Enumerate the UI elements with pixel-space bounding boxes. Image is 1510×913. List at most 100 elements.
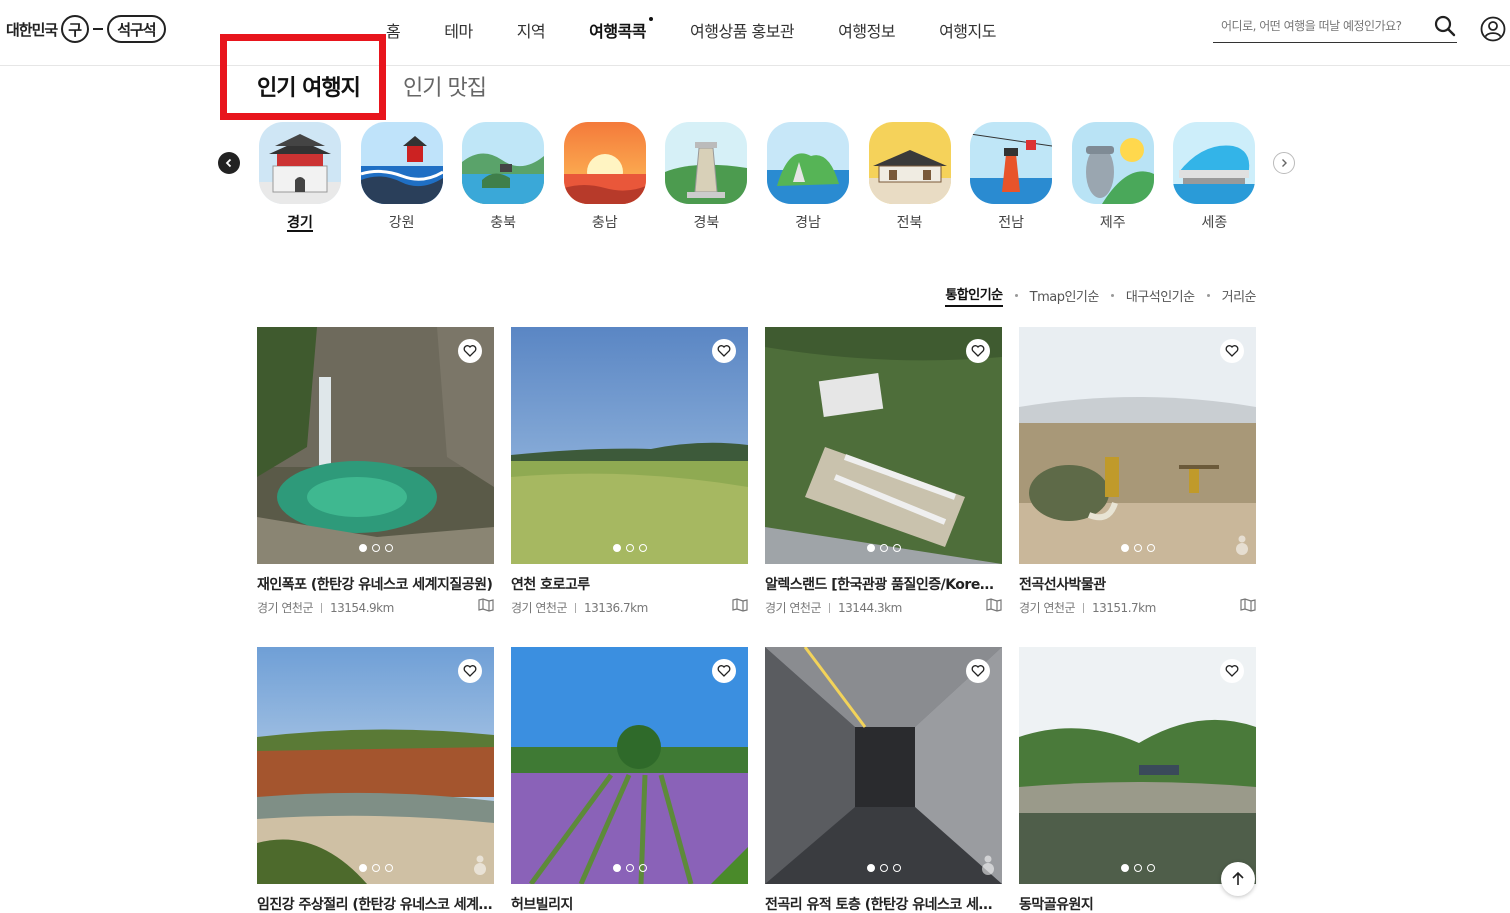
card-meta: 경기 연천군 13151.7km: [1019, 598, 1256, 616]
pagination-dot[interactable]: [1133, 544, 1142, 552]
heart-icon: [1225, 345, 1239, 357]
pagination-dot[interactable]: [625, 544, 634, 552]
pagination-dot[interactable]: [638, 544, 647, 552]
card-region: 경기 연천군: [1019, 601, 1076, 615]
sort-daeguseok-popularity[interactable]: 대구석인기순: [1126, 286, 1195, 305]
pagination-dot[interactable]: [892, 544, 901, 552]
map-icon[interactable]: [1240, 598, 1256, 612]
favorite-button[interactable]: [1220, 339, 1244, 363]
region-chungnam[interactable]: 충남: [563, 122, 646, 232]
card-photo[interactable]: [765, 647, 1002, 884]
nav-item-product-hall[interactable]: 여행상품 홍보관: [690, 18, 795, 42]
sort-tmap-popularity[interactable]: Tmap인기순: [1030, 286, 1100, 305]
pagination-dot[interactable]: [866, 864, 875, 872]
pagination-dot[interactable]: [371, 544, 380, 552]
pagination-dot[interactable]: [866, 544, 875, 552]
tab-popular-destinations[interactable]: 인기 여행지: [257, 70, 361, 102]
carousel-prev-button[interactable]: [218, 152, 240, 174]
card-distance: 13154.9km: [330, 600, 394, 615]
region-gyeongbuk[interactable]: 경북: [665, 122, 748, 232]
destination-card[interactable]: 연천 호로고루 경기 연천군 13136.7km: [511, 327, 748, 616]
region-jeonbuk[interactable]: 전북: [868, 122, 951, 232]
pagination-dot[interactable]: [1120, 864, 1129, 872]
user-icon[interactable]: [1480, 16, 1506, 42]
favorite-button[interactable]: [712, 339, 736, 363]
destination-card[interactable]: 허브빌리지: [511, 647, 748, 913]
card-photo[interactable]: [1019, 647, 1256, 884]
region-gangwon[interactable]: 강원: [360, 122, 443, 232]
card-photo[interactable]: [511, 647, 748, 884]
card-title[interactable]: 허브빌리지: [511, 894, 748, 913]
card-title[interactable]: 알렉스랜드 [한국관광 품질인증/Korea Quality]: [765, 574, 1002, 594]
nav-item-travel-map[interactable]: 여행지도: [939, 18, 996, 42]
map-icon[interactable]: [732, 598, 748, 612]
favorite-button[interactable]: [966, 339, 990, 363]
pagination-dot[interactable]: [1146, 544, 1155, 552]
region-carousel: 경기 강원 충북 충남 경북 경남 전북 전남 제주 세종: [259, 122, 1275, 232]
destination-card[interactable]: 전곡선사박물관 경기 연천군 13151.7km: [1019, 327, 1256, 616]
site-logo[interactable]: 대한민국 구 석구석: [6, 14, 166, 44]
sort-separator: [1206, 294, 1210, 297]
pagination-dot[interactable]: [625, 864, 634, 872]
region-gyeongnam[interactable]: 경남: [766, 122, 849, 232]
card-photo[interactable]: [1019, 327, 1256, 564]
gangwon-coast-icon: [360, 122, 443, 204]
tab-popular-restaurants[interactable]: 인기 맛집: [403, 70, 487, 102]
region-sejong[interactable]: 세종: [1173, 122, 1256, 232]
pagination-dot[interactable]: [612, 864, 621, 872]
search-icon[interactable]: [1433, 14, 1457, 38]
map-icon[interactable]: [478, 598, 494, 612]
region-label: 경기: [287, 212, 313, 232]
card-photo[interactable]: [257, 327, 494, 564]
pagination-dot[interactable]: [1146, 864, 1155, 872]
active-dot: [649, 17, 654, 21]
destination-card[interactable]: 전곡리 유적 토층 (한탄강 유네스코 세계지질공원): [765, 647, 1002, 913]
card-title[interactable]: 전곡리 유적 토층 (한탄강 유네스코 세계지질공원): [765, 894, 1002, 913]
map-icon[interactable]: [986, 598, 1002, 612]
destination-card[interactable]: 재인폭포 (한탄강 유네스코 세계지질공원) 경기 연천군 13154.9km: [257, 327, 494, 616]
sort-distance[interactable]: 거리순: [1222, 286, 1257, 305]
card-title[interactable]: 임진강 주상절리 (한탄강 유네스코 세계지질공원): [257, 894, 494, 913]
favorite-button[interactable]: [966, 659, 990, 683]
nav-item-travel-info[interactable]: 여행정보: [838, 18, 895, 42]
pagination-dot[interactable]: [879, 864, 888, 872]
destination-card[interactable]: 동막골유원지: [1019, 647, 1256, 913]
meta-divider: [1083, 602, 1085, 613]
favorite-button[interactable]: [458, 339, 482, 363]
pagination-dot[interactable]: [358, 544, 367, 552]
pagination-dot[interactable]: [358, 864, 367, 872]
card-meta: 경기 연천군 13144.3km: [765, 598, 1002, 616]
card-title[interactable]: 재인폭포 (한탄강 유네스코 세계지질공원): [257, 574, 494, 594]
pagination-dot[interactable]: [892, 864, 901, 872]
arrow-up-icon: [1232, 871, 1244, 885]
card-photo[interactable]: [257, 647, 494, 884]
pagination-dot[interactable]: [384, 864, 393, 872]
region-gyeonggi[interactable]: 경기: [259, 122, 341, 232]
card-distance: 13136.7km: [584, 600, 648, 615]
destination-card[interactable]: 임진강 주상절리 (한탄강 유네스코 세계지질공원): [257, 647, 494, 913]
pagination-dot[interactable]: [1133, 864, 1142, 872]
scroll-to-top-button[interactable]: [1221, 862, 1255, 896]
favorite-button[interactable]: [1220, 659, 1244, 683]
pagination-dot[interactable]: [879, 544, 888, 552]
pagination-dot[interactable]: [371, 864, 380, 872]
carousel-next-button[interactable]: [1273, 152, 1295, 174]
pagination-dot[interactable]: [1120, 544, 1129, 552]
region-jeju[interactable]: 제주: [1071, 122, 1154, 232]
card-title[interactable]: 연천 호로고루: [511, 574, 748, 594]
card-photo[interactable]: [765, 327, 1002, 564]
region-chungbuk[interactable]: 충북: [462, 122, 545, 232]
card-title[interactable]: 동막골유원지: [1019, 894, 1256, 913]
pagination-dot[interactable]: [612, 544, 621, 552]
region-jeonnam[interactable]: 전남: [970, 122, 1053, 232]
pagination-dot[interactable]: [638, 864, 647, 872]
pagination-dot[interactable]: [384, 544, 393, 552]
region-label: 제주: [1099, 215, 1126, 231]
sort-integrated-popularity[interactable]: 통합인기순: [945, 284, 1003, 307]
favorite-button[interactable]: [458, 659, 482, 683]
card-photo[interactable]: [511, 327, 748, 564]
favorite-button[interactable]: [712, 659, 736, 683]
destination-card[interactable]: 알렉스랜드 [한국관광 품질인증/Korea Quality] 경기 연천군 1…: [765, 327, 1002, 616]
card-title[interactable]: 전곡선사박물관: [1019, 574, 1256, 594]
search-input[interactable]: [1213, 12, 1423, 40]
